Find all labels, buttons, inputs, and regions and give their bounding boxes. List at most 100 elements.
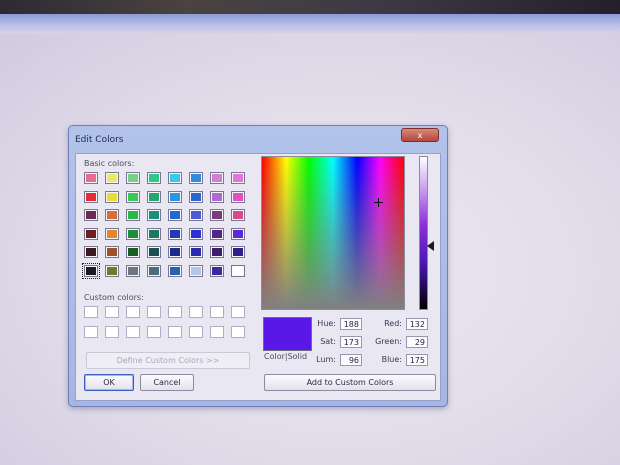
basic-color-swatch[interactable] <box>189 172 203 184</box>
basic-color-swatch[interactable] <box>126 264 140 277</box>
custom-color-swatch[interactable] <box>168 326 182 338</box>
basic-color-swatch[interactable] <box>147 227 161 240</box>
lum-field[interactable]: 96 <box>340 354 362 366</box>
background-strip <box>0 0 620 14</box>
basic-color-swatch[interactable] <box>84 227 98 240</box>
basic-color-swatch[interactable] <box>168 209 182 221</box>
basic-color-swatch[interactable] <box>210 172 224 184</box>
cancel-button[interactable]: Cancel <box>140 374 194 391</box>
close-icon: x <box>417 130 423 140</box>
basic-color-swatch[interactable] <box>210 227 224 240</box>
basic-color-swatch[interactable] <box>105 264 119 277</box>
add-to-custom-colors-label: Add to Custom Colors <box>306 378 394 387</box>
basic-color-swatch[interactable] <box>168 172 182 184</box>
basic-color-swatch[interactable] <box>210 209 224 221</box>
hue-field[interactable]: 188 <box>340 318 362 330</box>
basic-color-swatch[interactable] <box>231 209 245 221</box>
basic-color-swatch[interactable] <box>147 172 161 184</box>
cancel-label: Cancel <box>153 378 181 387</box>
basic-color-swatch[interactable] <box>147 264 161 277</box>
color-spectrum[interactable] <box>261 156 405 310</box>
custom-color-swatch[interactable] <box>231 306 245 318</box>
basic-color-swatch[interactable] <box>189 209 203 221</box>
green-field[interactable]: 29 <box>406 336 428 348</box>
edit-colors-dialog: Edit Colors x Basic colors: Custom color… <box>68 125 448 407</box>
blue-field[interactable]: 175 <box>406 354 428 366</box>
custom-color-swatch[interactable] <box>168 306 182 318</box>
basic-color-swatch[interactable] <box>231 172 245 184</box>
basic-color-swatch[interactable] <box>105 227 119 240</box>
green-label: Green: <box>375 337 402 346</box>
basic-color-swatch[interactable] <box>189 246 203 258</box>
spectrum-crosshair-icon[interactable] <box>374 198 383 207</box>
red-label: Red: <box>384 319 402 328</box>
custom-color-swatch[interactable] <box>126 306 140 318</box>
define-custom-colors-label: Define Custom Colors >> <box>116 356 220 365</box>
basic-color-swatch[interactable] <box>126 209 140 221</box>
color-preview <box>263 317 312 351</box>
screen-bezel <box>0 14 620 34</box>
basic-color-swatch[interactable] <box>84 209 98 221</box>
basic-color-swatch[interactable] <box>168 227 182 240</box>
basic-color-swatch[interactable] <box>126 190 140 203</box>
basic-color-swatch[interactable] <box>210 264 224 277</box>
basic-color-swatch[interactable] <box>126 227 140 240</box>
custom-color-swatch[interactable] <box>84 326 98 338</box>
color-solid-label: Color|Solid <box>264 352 308 361</box>
custom-color-swatch[interactable] <box>147 326 161 338</box>
custom-color-swatch[interactable] <box>189 306 203 318</box>
custom-color-swatch[interactable] <box>189 326 203 338</box>
basic-color-swatch[interactable] <box>168 246 182 258</box>
custom-color-swatch[interactable] <box>105 326 119 338</box>
custom-color-swatch[interactable] <box>210 326 224 338</box>
ok-button[interactable]: OK <box>84 374 134 391</box>
basic-color-swatch[interactable] <box>189 264 203 277</box>
blue-label: Blue: <box>381 355 402 364</box>
lum-label: Lum: <box>316 355 336 364</box>
basic-color-swatch[interactable] <box>210 190 224 203</box>
hue-label: Hue: <box>317 319 336 328</box>
basic-color-swatch[interactable] <box>231 190 245 203</box>
basic-color-swatch[interactable] <box>126 246 140 258</box>
basic-color-swatch[interactable] <box>168 190 182 203</box>
basic-color-swatch[interactable] <box>210 246 224 258</box>
basic-color-swatch[interactable] <box>105 190 119 203</box>
basic-color-swatch[interactable] <box>105 246 119 258</box>
basic-color-swatch[interactable] <box>147 246 161 258</box>
custom-color-swatch[interactable] <box>210 306 224 318</box>
define-custom-colors-button[interactable]: Define Custom Colors >> <box>86 352 250 369</box>
basic-color-swatch[interactable] <box>126 172 140 184</box>
luminance-arrow-icon[interactable] <box>427 241 434 251</box>
ok-label: OK <box>103 378 115 387</box>
basic-color-swatch[interactable] <box>105 172 119 184</box>
custom-colors-grid <box>84 306 250 346</box>
sat-label: Sat: <box>320 337 336 346</box>
basic-colors-grid <box>82 172 250 282</box>
basic-color-swatch[interactable] <box>84 190 98 203</box>
custom-color-swatch[interactable] <box>147 306 161 318</box>
basic-color-swatch[interactable] <box>105 209 119 221</box>
sat-field[interactable]: 173 <box>340 336 362 348</box>
red-field[interactable]: 132 <box>406 318 428 330</box>
basic-color-swatch[interactable] <box>84 172 98 184</box>
custom-color-swatch[interactable] <box>126 326 140 338</box>
basic-color-swatch[interactable] <box>84 246 98 258</box>
basic-color-swatch[interactable] <box>189 190 203 203</box>
close-button[interactable]: x <box>401 128 439 142</box>
basic-color-swatch[interactable] <box>82 262 100 279</box>
custom-color-swatch[interactable] <box>231 326 245 338</box>
dialog-title: Edit Colors <box>75 135 124 145</box>
basic-color-swatch[interactable] <box>231 246 245 258</box>
basic-color-swatch[interactable] <box>168 264 182 277</box>
basic-colors-label: Basic colors: <box>84 159 135 168</box>
custom-color-swatch[interactable] <box>105 306 119 318</box>
basic-color-swatch[interactable] <box>147 209 161 221</box>
basic-color-swatch[interactable] <box>231 264 245 277</box>
basic-color-swatch[interactable] <box>189 227 203 240</box>
custom-color-swatch[interactable] <box>84 306 98 318</box>
custom-colors-label: Custom colors: <box>84 293 144 302</box>
luminance-slider[interactable] <box>419 156 428 310</box>
basic-color-swatch[interactable] <box>231 227 245 240</box>
basic-color-swatch[interactable] <box>147 190 161 203</box>
add-to-custom-colors-button[interactable]: Add to Custom Colors <box>264 374 436 391</box>
